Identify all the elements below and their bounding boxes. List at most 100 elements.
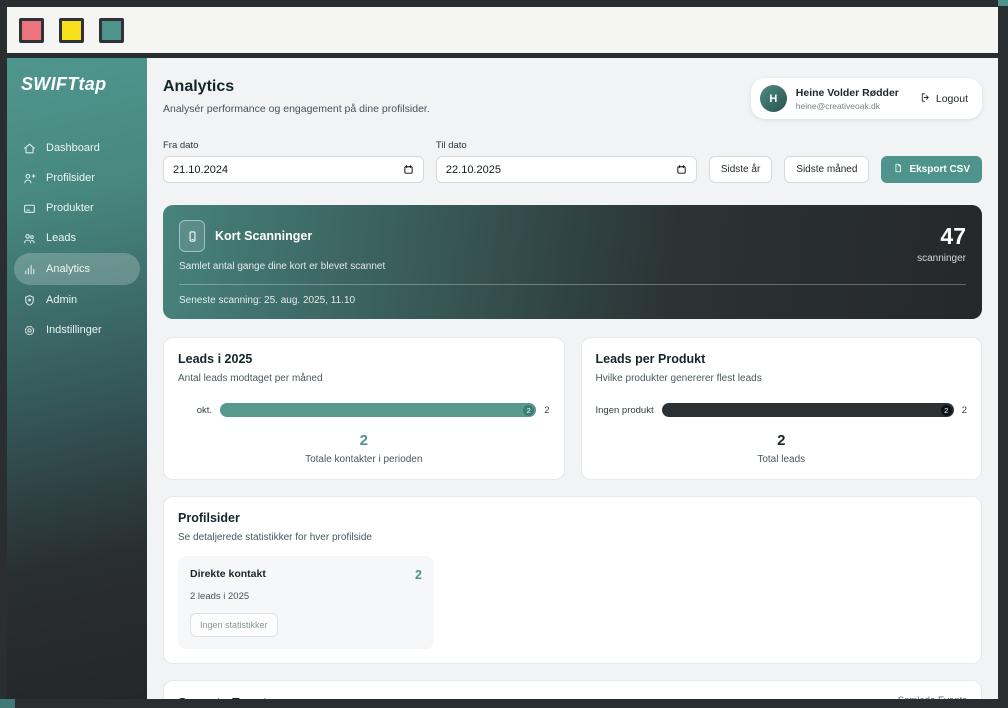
bar-row: okt. 2 2 xyxy=(178,403,550,417)
page-header: Analytics Analysér performance og engage… xyxy=(163,78,430,115)
sidebar-item-label: Profilsider xyxy=(46,172,95,184)
events-total-block: Samlede Events 47 xyxy=(898,695,967,699)
calendar-icon[interactable] xyxy=(676,164,687,175)
sidebar-item-indstillinger[interactable]: Indstillinger xyxy=(7,315,147,345)
to-date-value: 22.10.2025 xyxy=(446,164,501,176)
scan-count-block: 47 scanninger xyxy=(917,220,966,272)
bar-row: Ingen produkt 2 2 xyxy=(596,403,968,417)
profiles-card: Profilsider Se detaljerede statistikker … xyxy=(163,496,982,664)
titlebar-square-teal xyxy=(99,18,124,43)
bar-badge: 2 xyxy=(523,405,534,416)
sidebar-item-admin[interactable]: Admin xyxy=(7,285,147,315)
events-total-label: Samlede Events xyxy=(898,695,967,699)
user-card: H Heine Volder Rødder heine@creativeoak.… xyxy=(751,78,982,119)
window-titlebar xyxy=(7,7,998,58)
to-date-input[interactable]: 22.10.2025 xyxy=(436,156,697,183)
from-date-input[interactable]: 21.10.2024 xyxy=(163,156,424,183)
frame-accent-top-right xyxy=(998,0,1008,6)
from-date-value: 21.10.2024 xyxy=(173,164,228,176)
profiles-subtitle: Se detaljerede statistikker for hver pro… xyxy=(178,532,967,543)
to-date-label: Til dato xyxy=(436,140,697,151)
page-subtitle: Analysér performance og engagement på di… xyxy=(163,103,430,115)
document-icon xyxy=(893,163,903,176)
sidebar-item-label: Leads xyxy=(46,232,76,244)
user-info: Heine Volder Rødder heine@creativeoak.dk xyxy=(796,87,899,111)
sidebar-item-label: Analytics xyxy=(46,263,90,275)
from-date-label: Fra dato xyxy=(163,140,424,151)
bar-chart-icon xyxy=(23,263,36,276)
sidebar-item-dashboard[interactable]: Dashboard xyxy=(7,133,147,163)
divider xyxy=(179,284,966,285)
profile-tile[interactable]: Direkte kontakt 2 2 leads i 2025 Ingen s… xyxy=(178,556,434,649)
sidebar-item-produkter[interactable]: Produkter xyxy=(7,193,147,223)
frame-accent-bottom-left xyxy=(0,699,15,708)
from-date-group: Fra dato 21.10.2024 xyxy=(163,140,424,183)
user-email: heine@creativeoak.dk xyxy=(796,101,899,111)
sidebar-item-leads[interactable]: Leads xyxy=(7,223,147,253)
titlebar-square-yellow xyxy=(59,18,84,43)
gear-icon xyxy=(23,324,36,337)
leads-month-bar: 2 xyxy=(220,403,536,417)
leads-month-total-block: 2 Totale kontakter i perioden xyxy=(178,432,550,465)
sidebar: SWIFTtap Dashboard Profilsider Produkter… xyxy=(7,58,147,699)
bar-value: 2 xyxy=(544,405,549,416)
events-header: Seneste Events Spor klik og omdirigering… xyxy=(178,695,378,699)
profile-count: 2 xyxy=(415,568,422,582)
profile-name: Direkte kontakt xyxy=(190,568,266,580)
scan-count: 47 xyxy=(917,225,966,248)
events-card: Seneste Events Spor klik og omdirigering… xyxy=(163,680,982,699)
scan-info: Kort Scanninger Samlet antal gange dine … xyxy=(179,220,385,272)
export-csv-label: Eksport CSV xyxy=(909,164,970,175)
logout-button[interactable]: Logout xyxy=(920,92,968,106)
leads-month-total-label: Totale kontakter i perioden xyxy=(178,454,550,465)
filter-bar: Fra dato 21.10.2024 Til dato 22.10.2025 … xyxy=(163,140,982,183)
leads-month-title: Leads i 2025 xyxy=(178,352,550,366)
last-month-button[interactable]: Sidste måned xyxy=(784,156,869,183)
profile-meta: 2 leads i 2025 xyxy=(190,591,422,602)
titlebar-square-red xyxy=(19,18,44,43)
to-date-group: Til dato 22.10.2025 xyxy=(436,140,697,183)
logout-icon xyxy=(920,92,931,106)
export-csv-button[interactable]: Eksport CSV xyxy=(881,156,982,183)
card-icon xyxy=(23,202,36,215)
last-year-button[interactable]: Sidste år xyxy=(709,156,772,183)
app-window: SWIFTtap Dashboard Profilsider Produkter… xyxy=(7,7,998,699)
sidebar-item-analytics[interactable]: Analytics xyxy=(14,253,140,285)
leads-month-subtitle: Antal leads modtaget per måned xyxy=(178,373,550,384)
scan-card-title: Kort Scanninger xyxy=(215,229,312,243)
main-content: Analytics Analysér performance og engage… xyxy=(147,58,998,699)
calendar-icon[interactable] xyxy=(403,164,414,175)
leads-product-bar: 2 xyxy=(662,403,954,417)
leads-product-title: Leads per Produkt xyxy=(596,352,968,366)
scan-card-subtitle: Samlet antal gange dine kort er blevet s… xyxy=(179,261,385,272)
shield-icon xyxy=(23,294,36,307)
card-scan-icon xyxy=(179,220,205,252)
events-title: Seneste Events xyxy=(178,695,378,699)
sidebar-item-label: Indstillinger xyxy=(46,324,102,336)
sidebar-item-profilsider[interactable]: Profilsider xyxy=(7,163,147,193)
leads-product-total-label: Total leads xyxy=(596,454,968,465)
leads-product-card: Leads per Produkt Hvilke produkter gener… xyxy=(581,337,983,480)
app-logo: SWIFTtap xyxy=(7,58,147,105)
profiles-title: Profilsider xyxy=(178,511,967,525)
no-statistics-button[interactable]: Ingen statistikker xyxy=(190,613,278,637)
sidebar-menu: Dashboard Profilsider Produkter Leads An… xyxy=(7,133,147,345)
user-name: Heine Volder Rødder xyxy=(796,87,899,99)
users-icon xyxy=(23,232,36,245)
leads-month-total: 2 xyxy=(178,432,550,449)
sidebar-item-label: Dashboard xyxy=(46,142,100,154)
sidebar-item-label: Admin xyxy=(46,294,77,306)
bar-value: 2 xyxy=(962,405,967,416)
avatar: H xyxy=(760,85,787,112)
user-plus-icon xyxy=(23,172,36,185)
leads-product-subtitle: Hvilke produkter genererer flest leads xyxy=(596,373,968,384)
bar-badge: 2 xyxy=(941,405,952,416)
leads-month-card: Leads i 2025 Antal leads modtaget per må… xyxy=(163,337,565,480)
bar-label: Ingen produkt xyxy=(596,405,654,416)
scan-count-label: scanninger xyxy=(917,253,966,264)
page-title: Analytics xyxy=(163,78,430,96)
sidebar-item-label: Produkter xyxy=(46,202,94,214)
logout-label: Logout xyxy=(936,93,968,105)
leads-product-total-block: 2 Total leads xyxy=(596,432,968,465)
bar-label: okt. xyxy=(178,405,212,416)
